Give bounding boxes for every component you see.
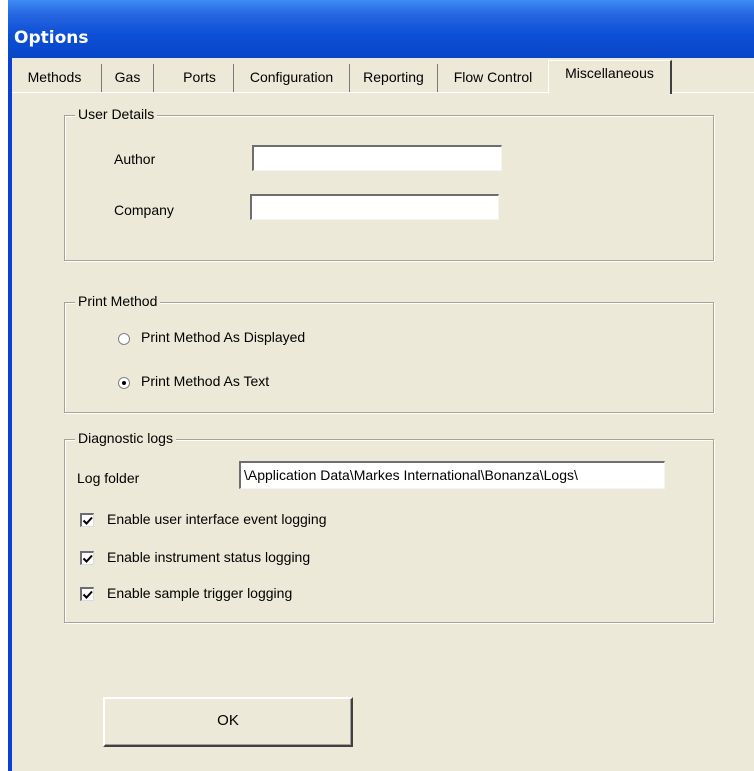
diagnostic-logs-group: Diagnostic logs Log folder \Application … (64, 430, 714, 623)
ok-button[interactable]: OK (103, 697, 353, 747)
print-as-text-label[interactable]: Print Method As Text (141, 373, 269, 389)
checkbox-sample-trigger-logging[interactable] (80, 587, 94, 601)
print-method-legend: Print Method (75, 293, 161, 309)
print-as-displayed-label[interactable]: Print Method As Displayed (141, 329, 305, 345)
checkbox-instrument-status-logging[interactable] (80, 551, 94, 565)
tab-reporting[interactable]: Reporting (350, 64, 438, 92)
diagnostic-logs-legend: Diagnostic logs (75, 430, 176, 446)
log-folder-label: Log folder (77, 470, 140, 486)
checkmark-icon (82, 554, 93, 563)
log-folder-input[interactable]: \Application Data\Markes International\B… (239, 461, 665, 489)
company-input[interactable] (250, 194, 499, 220)
tab-flow-control[interactable]: Flow Control (438, 64, 548, 92)
radio-print-as-displayed[interactable] (118, 333, 130, 345)
radio-selected-dot (122, 381, 126, 385)
checkbox-ui-event-logging[interactable] (80, 513, 94, 527)
company-label: Company (114, 202, 174, 218)
tab-miscellaneous[interactable]: Miscellaneous (548, 60, 672, 94)
author-label: Author (114, 151, 156, 167)
ui-event-logging-label[interactable]: Enable user interface event logging (107, 511, 326, 527)
checkmark-icon (82, 516, 93, 525)
author-input[interactable] (252, 145, 502, 171)
checkmark-icon (82, 590, 93, 599)
tab-methods[interactable]: Methods (8, 64, 102, 92)
user-details-group: User Details Author Company (64, 106, 714, 261)
window-title: Options (14, 28, 89, 48)
options-dialog: Options Methods Gas Ports Configuration … (8, 0, 754, 771)
title-bar[interactable]: Options (8, 0, 754, 58)
tab-gas[interactable]: Gas (102, 64, 154, 92)
sample-trigger-logging-label[interactable]: Enable sample trigger logging (107, 585, 292, 601)
user-details-legend: User Details (75, 106, 158, 122)
print-method-group: Print Method Print Method As Displayed P… (64, 293, 714, 413)
tab-ports[interactable]: Ports (166, 64, 234, 92)
instrument-status-logging-label[interactable]: Enable instrument status logging (107, 549, 310, 565)
radio-print-as-text[interactable] (118, 377, 130, 389)
tab-configuration[interactable]: Configuration (234, 64, 350, 92)
